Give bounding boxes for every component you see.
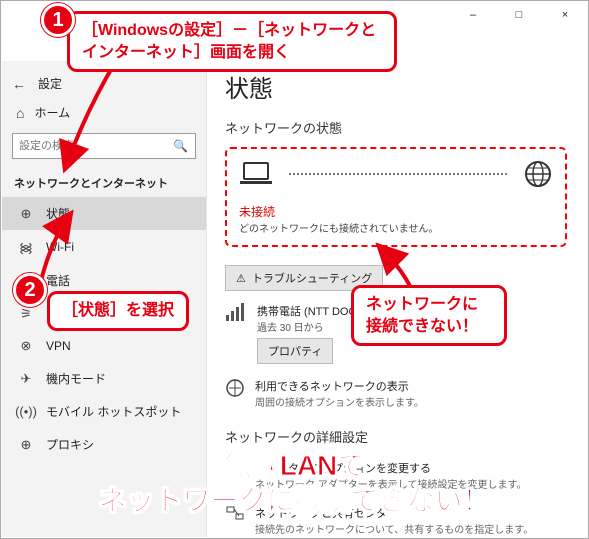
annotation-badge-2: 2 — [13, 273, 47, 307]
sidebar-item-label: VPN — [46, 339, 71, 353]
annotation-big-text: 無線LANで ネットワークに接続できない！ — [1, 448, 588, 518]
advanced-settings-heading: ネットワークの詳細設定 — [225, 427, 567, 446]
laptop-icon — [239, 161, 273, 187]
not-connected-label: 未接続 — [239, 203, 553, 220]
maximize-button[interactable]: □ — [496, 1, 542, 29]
properties-button[interactable]: プロパティ — [257, 338, 333, 364]
annotation-badge-1: 1 — [41, 3, 75, 37]
network-icon — [225, 378, 245, 401]
vpn-icon: ⊗ — [18, 338, 34, 354]
page-title: 状態 — [225, 69, 567, 104]
window-controls: – □ × — [450, 1, 588, 29]
sharing-center-desc: 接続先のネットワークについて、共有するものを指定します。 — [255, 521, 533, 536]
search-icon: 🔍 — [173, 139, 188, 153]
not-connected-desc: どのネットワークにも接続されていません。 — [239, 220, 553, 235]
annotation-callout-2: ［状態］を選択 — [47, 291, 189, 331]
dialup-icon: ⚞ — [18, 306, 34, 322]
troubleshoot-label: トラブルシューティング — [252, 270, 372, 286]
signal-bars-icon — [225, 303, 247, 326]
big-text-line2: ネットワークに接続できない！ — [98, 485, 490, 516]
annotation-callout-3: ネットワークに接続できない！ — [351, 285, 507, 346]
available-networks-label: 利用できるネットワークの表示 — [255, 378, 424, 394]
network-diagram: 未接続 どのネットワークにも接続されていません。 — [225, 147, 567, 247]
minimize-button[interactable]: – — [450, 1, 496, 29]
warning-icon: ⚠ — [236, 272, 246, 285]
home-icon: ⌂ — [16, 105, 24, 121]
back-icon[interactable]: ← — [12, 76, 26, 92]
available-networks-row[interactable]: 利用できるネットワークの表示 周囲の接続オプションを表示します。 — [225, 378, 567, 409]
airplane-icon: ✈ — [18, 371, 34, 387]
sidebar-item-label: 機内モード — [46, 370, 106, 387]
hotspot-icon: ((•)) — [18, 404, 34, 419]
sidebar-item-airplane[interactable]: ✈ 機内モード — [2, 362, 206, 395]
big-text-line1: 無線LANで — [224, 450, 366, 481]
sidebar-item-label: モバイル ホットスポット — [46, 403, 181, 420]
available-networks-desc: 周囲の接続オプションを表示します。 — [255, 394, 424, 409]
close-button[interactable]: × — [542, 1, 588, 29]
connection-dots — [289, 173, 507, 175]
annotation-callout-1: ［Windowsの設定］－［ネットワークとインターネット］画面を開く — [67, 11, 397, 72]
globe-icon — [523, 159, 553, 189]
sidebar-item-vpn[interactable]: ⊗ VPN — [2, 330, 206, 362]
sidebar-item-hotspot[interactable]: ((•)) モバイル ホットスポット — [2, 395, 206, 428]
network-status-heading: ネットワークの状態 — [225, 118, 567, 137]
